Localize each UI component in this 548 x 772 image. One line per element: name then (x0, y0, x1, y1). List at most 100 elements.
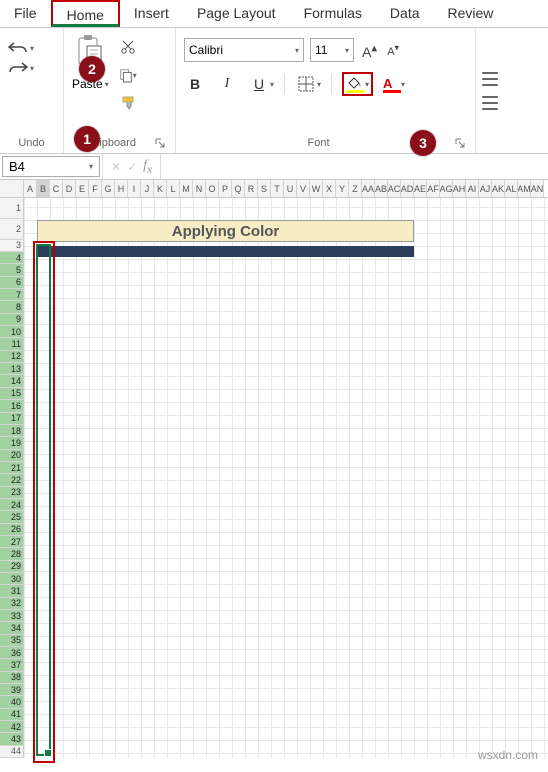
row-header-17[interactable]: 17 (0, 413, 24, 425)
increase-font-button[interactable]: A▴ (360, 38, 379, 62)
row-header-16[interactable]: 16 (0, 400, 24, 412)
row-header-9[interactable]: 9 (0, 314, 24, 326)
row-header-27[interactable]: 27 (0, 536, 24, 548)
tab-home[interactable]: Home (51, 0, 120, 27)
cancel-formula-icon[interactable]: ✕ (111, 160, 121, 174)
underline-button[interactable]: U (248, 73, 270, 95)
col-header-T[interactable]: T (271, 180, 284, 197)
decrease-font-button[interactable]: A▾ (385, 40, 401, 60)
col-header-AL[interactable]: AL (505, 180, 518, 197)
row-header-3[interactable]: 3 (0, 240, 24, 252)
col-header-J[interactable]: J (141, 180, 154, 197)
font-color-button[interactable]: A (383, 76, 401, 92)
font-family-select[interactable]: Calibri ▾ (184, 38, 304, 62)
col-header-AG[interactable]: AG (440, 180, 453, 197)
chevron-down-icon[interactable]: ▾ (317, 80, 321, 89)
row-header-42[interactable]: 42 (0, 721, 24, 733)
fill-color-button[interactable]: ▾ (342, 72, 373, 96)
cells-area[interactable]: Applying Color (24, 198, 548, 758)
col-header-L[interactable]: L (167, 180, 180, 197)
tab-insert[interactable]: Insert (120, 0, 183, 27)
clipboard-dialog-launcher[interactable] (153, 136, 167, 150)
tab-review[interactable]: Review (434, 0, 508, 27)
col-header-AD[interactable]: AD (401, 180, 414, 197)
enter-formula-icon[interactable]: ✓ (127, 160, 137, 174)
row-header-11[interactable]: 11 (0, 338, 24, 350)
chevron-down-icon[interactable]: ▾ (365, 80, 369, 89)
col-header-O[interactable]: O (206, 180, 219, 197)
row-header-15[interactable]: 15 (0, 388, 24, 400)
tab-file[interactable]: File (0, 0, 51, 27)
row-header-32[interactable]: 32 (0, 598, 24, 610)
tab-data[interactable]: Data (376, 0, 434, 27)
insert-function-button[interactable]: fx (143, 158, 152, 176)
col-header-AF[interactable]: AF (427, 180, 440, 197)
name-box[interactable]: B4 ▾ (2, 156, 100, 177)
row-header-10[interactable]: 10 (0, 326, 24, 338)
row-header-21[interactable]: 21 (0, 462, 24, 474)
col-header-AI[interactable]: AI (466, 180, 479, 197)
row-header-33[interactable]: 33 (0, 610, 24, 622)
row-header-38[interactable]: 38 (0, 672, 24, 684)
col-header-I[interactable]: I (128, 180, 141, 197)
col-header-H[interactable]: H (115, 180, 128, 197)
col-header-AM[interactable]: AM (518, 180, 531, 197)
row-header-34[interactable]: 34 (0, 622, 24, 634)
col-header-AK[interactable]: AK (492, 180, 505, 197)
title-cell[interactable]: Applying Color (37, 220, 414, 242)
font-dialog-launcher[interactable] (453, 136, 467, 150)
row-header-5[interactable]: 5 (0, 264, 24, 276)
row-header-30[interactable]: 30 (0, 573, 24, 585)
col-header-AC[interactable]: AC (388, 180, 401, 197)
row-header-44[interactable]: 44 (0, 746, 24, 758)
col-header-B[interactable]: B (37, 180, 50, 197)
col-header-AN[interactable]: AN (531, 180, 544, 197)
select-all-corner[interactable] (0, 180, 24, 197)
col-header-AE[interactable]: AE (414, 180, 427, 197)
col-header-N[interactable]: N (193, 180, 206, 197)
row-header-25[interactable]: 25 (0, 511, 24, 523)
chevron-down-icon[interactable]: ▾ (401, 80, 405, 89)
row-header-6[interactable]: 6 (0, 277, 24, 289)
row-header-12[interactable]: 12 (0, 351, 24, 363)
row-header-4[interactable]: 4 (0, 252, 24, 264)
row-header-39[interactable]: 39 (0, 684, 24, 696)
row-header-13[interactable]: 13 (0, 363, 24, 375)
bold-button[interactable]: B (184, 73, 206, 95)
redo-button[interactable]: ▾ (8, 60, 55, 76)
colored-bar-row[interactable] (37, 246, 414, 257)
row-header-31[interactable]: 31 (0, 585, 24, 597)
ribbon-overflow[interactable] (476, 28, 504, 153)
row-header-43[interactable]: 43 (0, 733, 24, 745)
tab-page-layout[interactable]: Page Layout (183, 0, 290, 27)
formula-bar-input[interactable] (160, 154, 548, 179)
tab-formulas[interactable]: Formulas (290, 0, 376, 27)
row-header-37[interactable]: 37 (0, 659, 24, 671)
row-header-8[interactable]: 8 (0, 301, 24, 313)
row-header-18[interactable]: 18 (0, 425, 24, 437)
row-header-26[interactable]: 26 (0, 524, 24, 536)
col-header-P[interactable]: P (219, 180, 232, 197)
row-header-35[interactable]: 35 (0, 635, 24, 647)
col-header-Z[interactable]: Z (349, 180, 362, 197)
chevron-down-icon[interactable]: ▾ (270, 80, 274, 89)
row-header-1[interactable]: 1 (0, 198, 24, 219)
col-header-Q[interactable]: Q (232, 180, 245, 197)
copy-button[interactable]: ▾ (119, 66, 137, 84)
col-header-D[interactable]: D (63, 180, 76, 197)
row-header-19[interactable]: 19 (0, 437, 24, 449)
cut-button[interactable] (119, 38, 137, 56)
col-header-K[interactable]: K (154, 180, 167, 197)
col-header-AH[interactable]: AH (453, 180, 466, 197)
row-header-24[interactable]: 24 (0, 499, 24, 511)
row-header-2[interactable]: 2 (0, 219, 24, 240)
row-header-28[interactable]: 28 (0, 548, 24, 560)
col-header-AB[interactable]: AB (375, 180, 388, 197)
col-header-V[interactable]: V (297, 180, 310, 197)
italic-button[interactable]: I (216, 73, 238, 95)
row-header-20[interactable]: 20 (0, 450, 24, 462)
font-size-select[interactable]: 11 ▾ (310, 38, 354, 62)
col-header-S[interactable]: S (258, 180, 271, 197)
row-header-29[interactable]: 29 (0, 561, 24, 573)
col-header-E[interactable]: E (76, 180, 89, 197)
